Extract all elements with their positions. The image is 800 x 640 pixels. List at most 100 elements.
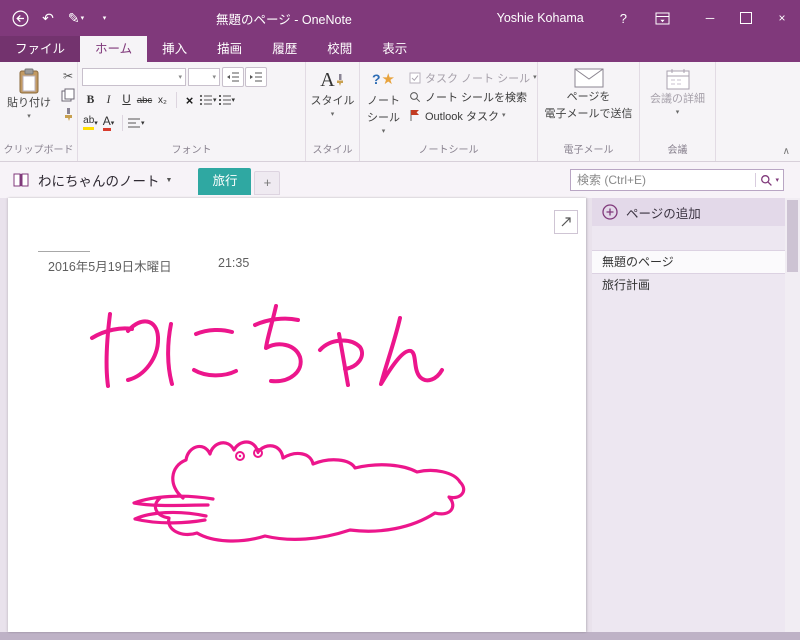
- page-canvas[interactable]: 2016年5月19日木曜日 21:35 わにちゃん: [8, 198, 586, 632]
- search-icon: [407, 91, 422, 103]
- styles-button[interactable]: A スタイル ▾: [308, 66, 358, 144]
- font-size-select[interactable]: ▾: [188, 68, 220, 86]
- tab-history[interactable]: 履歴: [257, 36, 312, 62]
- help-button[interactable]: ?: [620, 11, 627, 26]
- back-button[interactable]: [8, 6, 32, 30]
- maximize-button[interactable]: [728, 0, 764, 36]
- find-tags-button[interactable]: ノート シールを検索: [407, 87, 537, 106]
- copy-icon: [61, 88, 75, 102]
- scrollbar-thumb[interactable]: [787, 200, 798, 272]
- font-name-select[interactable]: ▾: [82, 68, 186, 86]
- tag-label-line1: ノート: [367, 95, 400, 107]
- caret-down-icon: ▼: [165, 176, 173, 184]
- tab-view[interactable]: 表示: [367, 36, 422, 62]
- clear-formatting-button[interactable]: ×: [181, 91, 198, 109]
- quick-access-toolbar: ↶ ✎ ▾ ▾: [0, 6, 120, 30]
- qat-customize-button[interactable]: ▾: [92, 6, 116, 30]
- format-painter-button[interactable]: [58, 104, 78, 123]
- task-checkbox-icon: [407, 72, 422, 84]
- content-area: 2016年5月19日木曜日 21:35 わにちゃん: [0, 198, 800, 632]
- caret-down-icon: ▾: [675, 108, 680, 116]
- titlebar-right: Yoshie Kohama ? ─ ×: [497, 0, 800, 36]
- envelope-icon: [574, 68, 604, 88]
- highlight-icon: ab: [83, 116, 95, 130]
- caret-down-icon: ▾: [178, 73, 182, 81]
- search-box: ▾: [570, 169, 784, 191]
- add-page-button[interactable]: ページの追加: [592, 198, 785, 226]
- numbered-list-button[interactable]: ▾: [218, 91, 236, 109]
- ribbon-display-options-button[interactable]: [655, 12, 670, 25]
- section-tab-travel[interactable]: 旅行: [198, 168, 252, 195]
- search-input[interactable]: [571, 173, 756, 187]
- group-label-font: フォント: [171, 145, 212, 156]
- font-color-button[interactable]: A ▾: [100, 114, 117, 132]
- tab-review[interactable]: 校閲: [312, 36, 367, 62]
- group-label-email: 電子メール: [563, 145, 614, 156]
- back-circle-icon: [11, 9, 29, 27]
- italic-button[interactable]: I: [100, 91, 117, 109]
- group-label-clipboard: クリップボード: [3, 145, 74, 156]
- tab-draw[interactable]: 描画: [202, 36, 257, 62]
- touch-mouse-mode-button[interactable]: ✎ ▾: [64, 6, 88, 30]
- underline-button[interactable]: U: [118, 91, 135, 109]
- bullet-list-button[interactable]: ▾: [199, 91, 217, 109]
- caret-down-icon: ▾: [231, 96, 236, 104]
- subscript-button[interactable]: x₂: [154, 91, 171, 109]
- new-section-button[interactable]: +: [254, 171, 281, 195]
- flag-icon: [407, 109, 422, 122]
- caret-down-icon: ▾: [94, 119, 98, 127]
- clipboard-icon: [18, 68, 40, 94]
- caret-down-icon: ▾: [501, 112, 506, 119]
- tag-icon: ? ★: [371, 70, 395, 88]
- copy-button[interactable]: [58, 85, 78, 104]
- strikethrough-button[interactable]: abc: [136, 91, 153, 109]
- meeting-details-button[interactable]: 会議の詳細 ▾: [647, 66, 708, 144]
- cut-button[interactable]: ✂: [58, 66, 78, 85]
- minimize-button[interactable]: ─: [692, 0, 728, 36]
- section-tabs: 旅行 +: [198, 162, 281, 198]
- page-list-item-travel-plan[interactable]: 旅行計画: [592, 274, 785, 296]
- vertical-scrollbar[interactable]: [785, 198, 800, 632]
- onenote-window: ↶ ✎ ▾ ▾ 無題のページ - OneNote Yoshie Kohama ?…: [0, 0, 800, 640]
- divider: [176, 92, 177, 108]
- numbered-list-icon: [218, 94, 232, 106]
- notebook-dropdown[interactable]: わにちゃんのノート: [38, 170, 160, 190]
- caret-down-icon: ▾: [533, 74, 537, 81]
- tab-home[interactable]: ホーム: [80, 36, 148, 62]
- scissors-icon: ✂: [62, 68, 74, 83]
- ribbon-group-styles: A スタイル ▾ スタイル: [306, 62, 360, 161]
- bold-button[interactable]: B: [82, 91, 99, 109]
- outlook-tasks-label: Outlook タスク: [425, 110, 499, 123]
- caret-down-icon: ▾: [80, 14, 85, 22]
- increase-indent-button[interactable]: [245, 67, 267, 87]
- page-list-sidebar: ページの追加 無題のページ 旅行計画: [592, 198, 785, 632]
- meeting-details-label: 会議の詳細: [650, 93, 705, 105]
- task-tag-button[interactable]: タスク ノート シール ▾: [407, 68, 537, 87]
- search-scope-button[interactable]: ▾: [756, 174, 783, 187]
- close-button[interactable]: ×: [764, 0, 800, 36]
- page-list: 無題のページ 旅行計画: [592, 250, 785, 296]
- page-list-item-untitled[interactable]: 無題のページ: [592, 251, 785, 274]
- ribbon-spacer: ∧: [716, 62, 800, 161]
- highlight-button[interactable]: ab ▾: [82, 114, 99, 132]
- caret-down-icon: ▾: [102, 14, 107, 22]
- collapse-ribbon-button[interactable]: ∧: [783, 146, 790, 157]
- paste-button[interactable]: 貼り付け ▾: [4, 66, 54, 144]
- notebook-icon: [12, 172, 30, 188]
- outlook-tasks-button[interactable]: Outlook タスク ▾: [407, 106, 537, 125]
- paste-label: 貼り付け: [7, 97, 51, 109]
- account-name[interactable]: Yoshie Kohama: [497, 11, 584, 25]
- undo-button[interactable]: ↶: [36, 6, 60, 30]
- caret-down-icon: ▾: [330, 110, 335, 118]
- ribbon-group-clipboard: 貼り付け ▾ ✂ クリップボード: [0, 62, 78, 161]
- paragraph-alignment-button[interactable]: ▾: [127, 114, 145, 132]
- plus-circle-icon: [602, 204, 618, 220]
- email-page-button[interactable]: ページを 電子メールで送信: [542, 66, 636, 144]
- caret-down-icon: ▾: [381, 127, 386, 135]
- tab-insert[interactable]: 挿入: [147, 36, 202, 62]
- maximize-icon: [740, 12, 752, 24]
- ribbon-display-options-icon: [655, 12, 670, 25]
- decrease-indent-button[interactable]: [222, 67, 244, 87]
- tag-gallery-button[interactable]: ? ★ ノート シール ▾: [364, 66, 403, 144]
- tab-file[interactable]: ファイル: [0, 36, 81, 62]
